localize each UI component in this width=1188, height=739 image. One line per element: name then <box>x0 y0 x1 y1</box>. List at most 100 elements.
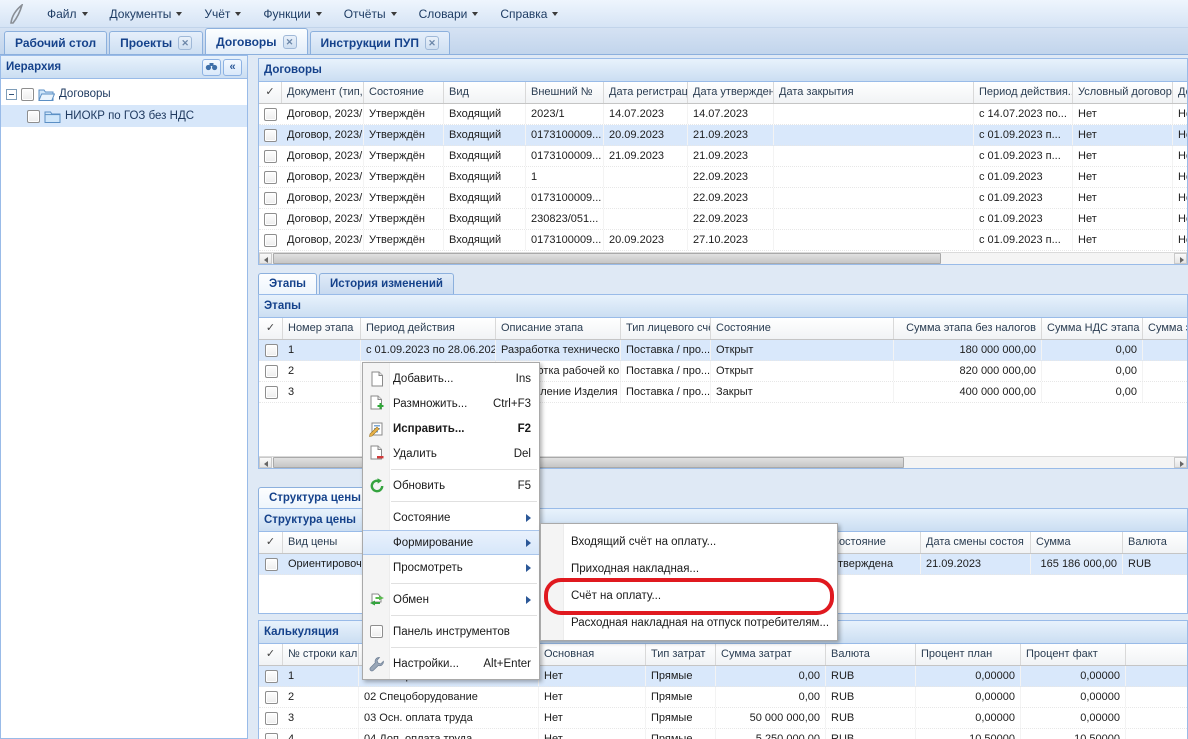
column-header[interactable]: Валюта <box>826 644 916 665</box>
tab-price-structure[interactable]: Структура цены <box>258 487 370 508</box>
menu-documents[interactable]: Документы <box>99 3 194 25</box>
node-checkbox[interactable] <box>27 110 40 123</box>
table-row[interactable]: Договор, 2023/... Утверждён Входящий 230… <box>259 209 1187 230</box>
menu-item-edit[interactable]: Исправить... F2 <box>363 416 539 441</box>
row-checkbox[interactable] <box>264 213 277 226</box>
column-header[interactable]: Описание этапа <box>496 318 621 339</box>
column-header[interactable]: Дата смены состоя <box>921 532 1031 553</box>
row-checkbox[interactable] <box>265 365 278 378</box>
column-header[interactable]: Период действия <box>361 318 496 339</box>
scroll-left-icon[interactable] <box>259 457 272 468</box>
column-header[interactable]: Договор <box>1173 82 1188 103</box>
column-header[interactable]: Сумма <box>1031 532 1123 553</box>
row-checkbox[interactable] <box>264 129 277 142</box>
table-row[interactable]: Договор, 2023/... Утверждён Входящий 017… <box>259 146 1187 167</box>
column-header[interactable]: Сумма эт <box>1143 318 1188 339</box>
column-header[interactable]: Сумма этапа без налогов <box>894 318 1042 339</box>
scrollbar-thumb[interactable] <box>273 253 941 264</box>
tree-node-niokr[interactable]: НИОКР по ГОЗ без НДС <box>1 105 247 127</box>
table-row[interactable]: 3 03 Осн. оплата труда Нет Прямые 50 000… <box>259 708 1187 729</box>
search-icon[interactable] <box>202 59 221 76</box>
submenu-item-payment-invoice[interactable]: Счёт на оплату... <box>541 582 837 609</box>
column-header[interactable]: Процент план <box>916 644 1021 665</box>
menu-item-delete[interactable]: Удалить Del <box>363 441 539 466</box>
collapse-node-icon[interactable] <box>6 89 17 100</box>
collapse-panel-icon[interactable]: « <box>223 59 242 76</box>
row-checkbox[interactable] <box>264 234 277 247</box>
menu-reports[interactable]: Отчёты <box>333 3 408 25</box>
table-row[interactable]: 1 с 01.09.2023 по 28.06.2024 Разработка … <box>259 340 1187 361</box>
column-header[interactable]: Сумма затрат <box>716 644 826 665</box>
column-header[interactable]: Основная <box>539 644 646 665</box>
table-row[interactable]: Договор, 2023/... Утверждён Входящий 202… <box>259 104 1187 125</box>
menu-file[interactable]: Файл <box>36 3 99 25</box>
row-checkbox[interactable] <box>265 386 278 399</box>
close-icon[interactable]: ✕ <box>178 36 192 50</box>
menu-item-view[interactable]: Просмотреть <box>363 555 539 580</box>
column-header[interactable]: Внешний № <box>526 82 604 103</box>
tab-pup-instructions[interactable]: Инструкции ПУП✕ <box>310 31 450 54</box>
column-header[interactable]: Документ (тип, № <box>282 82 364 103</box>
column-header[interactable]: Дата закрытия <box>774 82 974 103</box>
row-checkbox[interactable] <box>265 691 278 704</box>
table-row[interactable]: Договор, 2023/... Утверждён Входящий 017… <box>259 230 1187 251</box>
row-checkbox[interactable] <box>264 150 277 163</box>
column-header[interactable]: Состояние <box>364 82 444 103</box>
column-header[interactable]: Номер этапа <box>283 318 361 339</box>
table-row[interactable]: Договор, 2023/... Утверждён Входящий 017… <box>259 188 1187 209</box>
submenu-item-incoming-invoice[interactable]: Входящий счёт на оплату... <box>541 528 837 555</box>
splitter[interactable] <box>248 55 258 739</box>
tab-change-history[interactable]: История изменений <box>319 273 454 294</box>
scroll-right-icon[interactable] <box>1174 253 1187 264</box>
menu-help[interactable]: Справка <box>489 3 569 25</box>
menu-item-toolbar[interactable]: Панель инструментов <box>363 619 539 644</box>
check-column-header[interactable]: ✓ <box>259 318 283 339</box>
column-header[interactable]: Тип лицевого счёт <box>621 318 711 339</box>
menu-accounting[interactable]: Учёт <box>193 3 252 25</box>
scroll-left-icon[interactable] <box>259 253 272 264</box>
row-checkbox[interactable] <box>264 171 277 184</box>
column-header[interactable]: Состояние <box>711 318 894 339</box>
submenu-item-receipt-note[interactable]: Приходная накладная... <box>541 555 837 582</box>
column-header[interactable]: Процент факт <box>1021 644 1126 665</box>
column-header[interactable]: Тип затрат <box>646 644 716 665</box>
row-checkbox[interactable] <box>265 712 278 725</box>
menu-item-add[interactable]: Добавить... Ins <box>363 366 539 391</box>
menu-item-exchange[interactable]: Обмен <box>363 587 539 612</box>
menu-item-state[interactable]: Состояние <box>363 505 539 530</box>
column-header[interactable]: Состояние <box>826 532 921 553</box>
column-header[interactable]: Дата регистрации. <box>604 82 688 103</box>
tree-node-contracts[interactable]: Договоры <box>1 83 247 105</box>
menu-dictionaries[interactable]: Словари <box>408 3 490 25</box>
table-row[interactable]: 4 04 Доп. оплата труда Нет Прямые 5 250 … <box>259 729 1187 739</box>
table-row[interactable]: Договор, 2023/... Утверждён Входящий 017… <box>259 125 1187 146</box>
close-icon[interactable]: ✕ <box>425 36 439 50</box>
row-checkbox[interactable] <box>265 558 278 571</box>
column-header[interactable]: Дата утверждения <box>688 82 774 103</box>
column-header[interactable]: Вид <box>444 82 526 103</box>
check-column-header[interactable]: ✓ <box>259 532 283 553</box>
tab-contracts[interactable]: Договоры✕ <box>205 28 307 54</box>
column-header[interactable]: Валюта <box>1123 532 1188 553</box>
scroll-right-icon[interactable] <box>1174 457 1187 468</box>
tab-projects[interactable]: Проекты✕ <box>109 31 203 54</box>
row-checkbox[interactable] <box>264 108 277 121</box>
column-header[interactable]: Сумма НДС этапа <box>1042 318 1143 339</box>
row-checkbox[interactable] <box>264 192 277 205</box>
column-header[interactable]: № строки кал <box>283 644 359 665</box>
menu-item-settings[interactable]: Настройки... Alt+Enter <box>363 651 539 676</box>
row-checkbox[interactable] <box>265 670 278 683</box>
row-checkbox[interactable] <box>265 733 278 739</box>
menu-item-formation[interactable]: Формирование <box>363 530 539 555</box>
tab-desktop[interactable]: Рабочий стол <box>4 31 107 54</box>
node-checkbox[interactable] <box>21 88 34 101</box>
submenu-item-consumer-dispatch-note[interactable]: Расходная накладная на отпуск потребител… <box>541 609 837 636</box>
close-icon[interactable]: ✕ <box>283 35 297 49</box>
horizontal-scrollbar[interactable] <box>259 252 1187 264</box>
menu-functions[interactable]: Функции <box>252 3 332 25</box>
check-column-header[interactable]: ✓ <box>259 644 283 665</box>
column-header[interactable]: Условный договор <box>1073 82 1173 103</box>
row-checkbox[interactable] <box>265 344 278 357</box>
menu-item-refresh[interactable]: Обновить F5 <box>363 473 539 498</box>
column-header[interactable]: Период действия.. <box>974 82 1073 103</box>
